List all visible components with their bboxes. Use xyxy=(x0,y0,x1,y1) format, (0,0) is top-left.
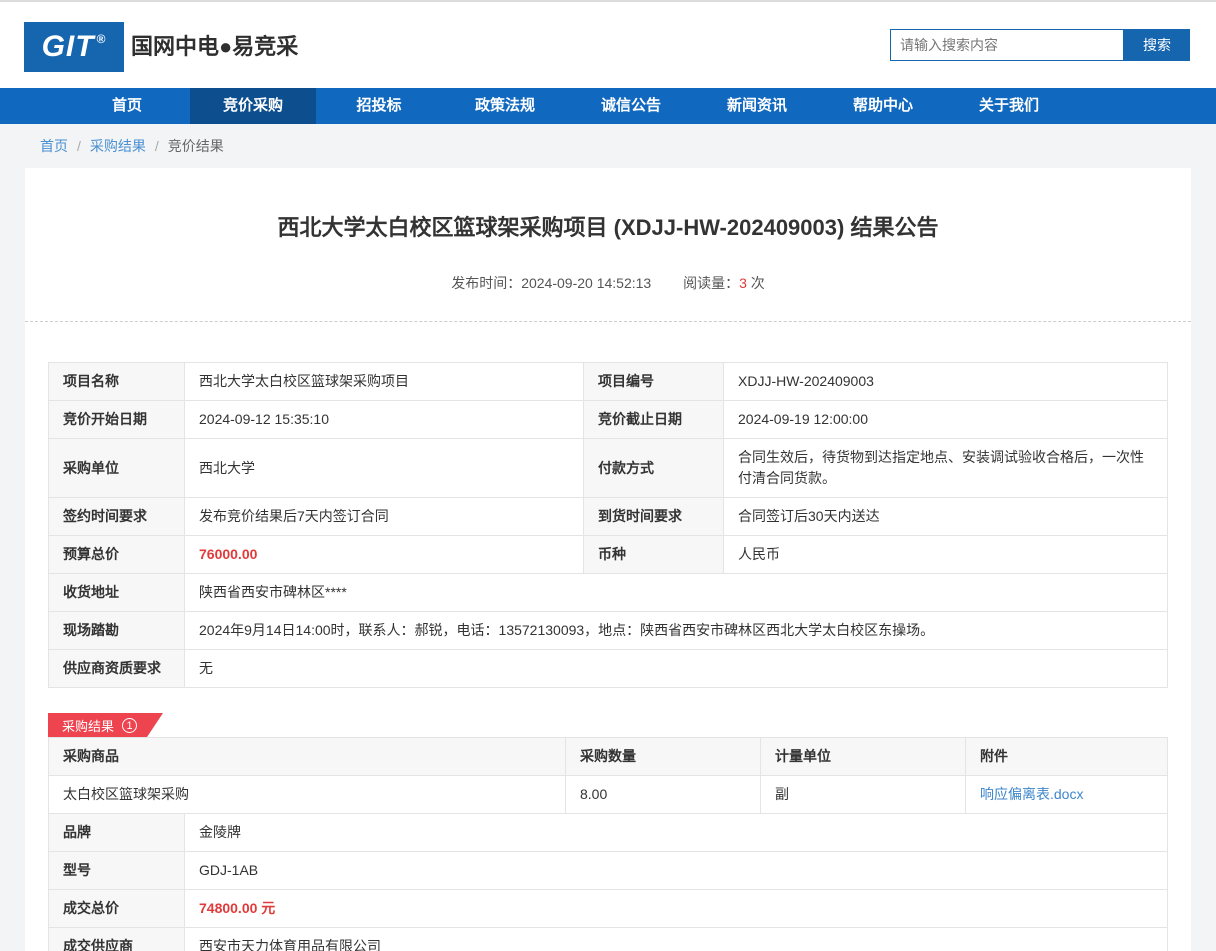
search-input[interactable] xyxy=(890,29,1124,61)
field-value: 2024-09-12 15:35:10 xyxy=(185,401,584,439)
table-row: 竞价开始日期 2024-09-12 15:35:10 竞价截止日期 2024-0… xyxy=(49,401,1168,439)
table-row: 供应商资质要求 无 xyxy=(49,650,1168,688)
field-label: 竞价开始日期 xyxy=(49,401,185,439)
field-value: 西北大学太白校区篮球架采购项目 xyxy=(185,363,584,401)
deal-total-price: 74800.00 元 xyxy=(185,890,1168,928)
table-row: 采购单位 西北大学 付款方式 合同生效后，待货物到达指定地点、安装调试验收合格后… xyxy=(49,439,1168,498)
nav-item-news[interactable]: 新闻资讯 xyxy=(694,88,820,124)
nav-item-home[interactable]: 首页 xyxy=(64,88,190,124)
field-label: 供应商资质要求 xyxy=(49,650,185,688)
search-button[interactable]: 搜索 xyxy=(1124,29,1190,61)
table-row: 太白校区篮球架采购 8.00 副 响应偏离表.docx xyxy=(49,776,1168,814)
announcement-card: 西北大学太白校区篮球架采购项目 (XDJJ-HW-202409003) 结果公告… xyxy=(25,168,1191,951)
site-logo[interactable]: GIT® xyxy=(24,22,124,72)
field-value: GDJ-1AB xyxy=(185,852,1168,890)
field-label: 现场踏勘 xyxy=(49,612,185,650)
field-label: 签约时间要求 xyxy=(49,498,185,536)
field-label: 项目编号 xyxy=(584,363,724,401)
nav-item-help-center[interactable]: 帮助中心 xyxy=(820,88,946,124)
badge-count: 1 xyxy=(122,718,137,733)
breadcrumb-separator: / xyxy=(77,138,81,154)
field-value: 发布竞价结果后7天内签订合同 xyxy=(185,498,584,536)
field-label: 到货时间要求 xyxy=(584,498,724,536)
field-value: 2024-09-19 12:00:00 xyxy=(724,401,1168,439)
field-value: 2024年9月14日14:00时，联系人：郝锐，电话：13572130093，地… xyxy=(185,612,1168,650)
table-row: 品牌 金陵牌 xyxy=(49,814,1168,852)
dashed-divider xyxy=(25,321,1191,322)
breadcrumb-procurement-results[interactable]: 采购结果 xyxy=(90,136,146,156)
nav-item-bidding-procurement[interactable]: 竞价采购 xyxy=(190,88,316,124)
field-value: XDJJ-HW-202409003 xyxy=(724,363,1168,401)
table-row: 签约时间要求 发布竞价结果后7天内签订合同 到货时间要求 合同签订后30天内送达 xyxy=(49,498,1168,536)
field-value: 合同生效后，待货物到达指定地点、安装调试验收合格后，一次性付清合同货款。 xyxy=(724,439,1168,498)
table-row: 成交供应商 西安市天力体育用品有限公司 xyxy=(49,928,1168,951)
project-info-table: 项目名称 西北大学太白校区篮球架采购项目 项目编号 XDJJ-HW-202409… xyxy=(48,362,1168,688)
logo-text: GIT xyxy=(42,30,95,64)
table-row: 预算总价 76000.00 币种 人民币 xyxy=(49,536,1168,574)
field-value: 西安市天力体育用品有限公司 xyxy=(185,928,1168,951)
publish-time-value: 2024-09-20 14:52:13 xyxy=(521,275,651,291)
registered-trademark-icon: ® xyxy=(97,32,107,46)
field-value: 无 xyxy=(185,650,1168,688)
field-label: 预算总价 xyxy=(49,536,185,574)
table-header-row: 采购商品 采购数量 计量单位 附件 xyxy=(49,738,1168,776)
nav-item-integrity-notices[interactable]: 诚信公告 xyxy=(568,88,694,124)
field-label: 项目名称 xyxy=(49,363,185,401)
field-label: 竞价截止日期 xyxy=(584,401,724,439)
result-detail-table: 品牌 金陵牌 型号 GDJ-1AB 成交总价 74800.00 元 成交供应商 … xyxy=(48,813,1168,951)
attachment-link[interactable]: 响应偏离表.docx xyxy=(980,786,1083,802)
column-header: 附件 xyxy=(966,738,1168,776)
field-label: 成交供应商 xyxy=(49,928,185,951)
views-count: 3 xyxy=(739,275,747,291)
table-row: 收货地址 陕西省西安市碑林区**** xyxy=(49,574,1168,612)
announcement-meta: 发布时间：2024-09-20 14:52:13 阅读量：3 次 xyxy=(25,273,1191,293)
field-label: 型号 xyxy=(49,852,185,890)
field-value: 西北大学 xyxy=(185,439,584,498)
field-label: 付款方式 xyxy=(584,439,724,498)
product-name: 太白校区篮球架采购 xyxy=(49,776,566,814)
field-label: 采购单位 xyxy=(49,439,185,498)
product-unit: 副 xyxy=(761,776,966,814)
breadcrumb-current: 竞价结果 xyxy=(168,136,224,156)
main-nav: 首页 竞价采购 招投标 政策法规 诚信公告 新闻资讯 帮助中心 关于我们 xyxy=(0,88,1216,124)
field-value: 陕西省西安市碑林区**** xyxy=(185,574,1168,612)
column-header: 计量单位 xyxy=(761,738,966,776)
field-label: 币种 xyxy=(584,536,724,574)
breadcrumb-separator: / xyxy=(155,138,159,154)
field-label: 收货地址 xyxy=(49,574,185,612)
column-header: 采购数量 xyxy=(566,738,761,776)
views-unit: 次 xyxy=(751,275,765,291)
budget-total-value: 76000.00 xyxy=(185,536,584,574)
table-row: 成交总价 74800.00 元 xyxy=(49,890,1168,928)
views-label: 阅读量： xyxy=(683,275,739,291)
table-row: 项目名称 西北大学太白校区篮球架采购项目 项目编号 XDJJ-HW-202409… xyxy=(49,363,1168,401)
search-box: 搜索 xyxy=(890,29,1190,61)
table-row: 现场踏勘 2024年9月14日14:00时，联系人：郝锐，电话：13572130… xyxy=(49,612,1168,650)
procurement-result-badge: 采购结果 1 xyxy=(48,713,163,737)
page-title: 西北大学太白校区篮球架采购项目 (XDJJ-HW-202409003) 结果公告 xyxy=(25,210,1191,242)
breadcrumb-home[interactable]: 首页 xyxy=(40,136,68,156)
nav-item-policies[interactable]: 政策法规 xyxy=(442,88,568,124)
field-label: 成交总价 xyxy=(49,890,185,928)
field-value: 金陵牌 xyxy=(185,814,1168,852)
site-title: 国网中电●易竞采 xyxy=(131,2,298,88)
field-label: 品牌 xyxy=(49,814,185,852)
publish-time-label: 发布时间： xyxy=(451,275,521,291)
breadcrumb: 首页 / 采购结果 / 竞价结果 xyxy=(0,124,1216,168)
nav-item-tenders[interactable]: 招投标 xyxy=(316,88,442,124)
field-value: 人民币 xyxy=(724,536,1168,574)
product-qty: 8.00 xyxy=(566,776,761,814)
site-header: GIT® 国网中电●易竞采 搜索 xyxy=(0,2,1216,88)
column-header: 采购商品 xyxy=(49,738,566,776)
result-table: 采购商品 采购数量 计量单位 附件 太白校区篮球架采购 8.00 副 响应偏离表… xyxy=(48,737,1168,814)
badge-label: 采购结果 xyxy=(62,716,114,735)
field-value: 合同签订后30天内送达 xyxy=(724,498,1168,536)
nav-item-about-us[interactable]: 关于我们 xyxy=(946,88,1072,124)
table-row: 型号 GDJ-1AB xyxy=(49,852,1168,890)
